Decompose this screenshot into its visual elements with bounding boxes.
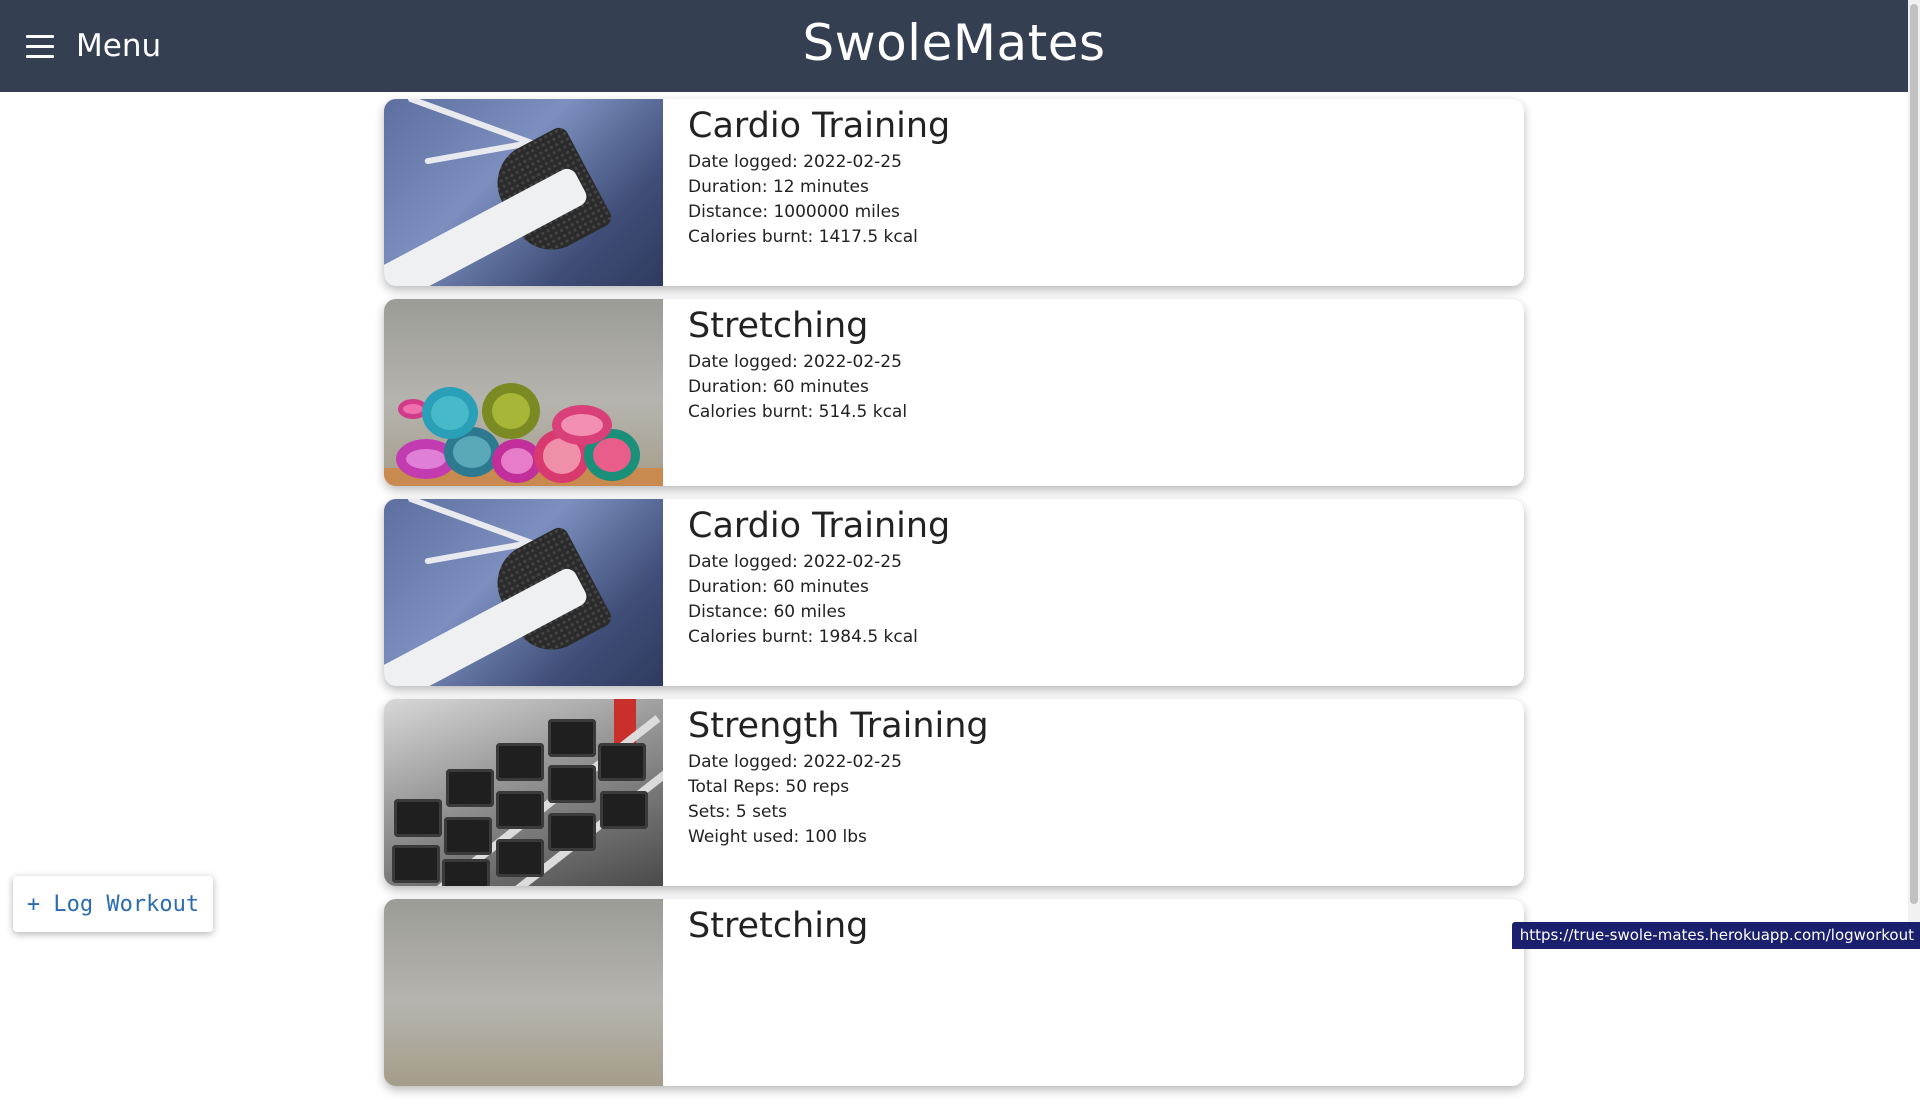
scrollbar-thumb[interactable] <box>1910 4 1918 904</box>
workout-duration: Duration: 60 minutes <box>688 377 869 397</box>
workout-calories: Calories burnt: 1417.5 kcal <box>688 227 918 247</box>
workout-total-reps: Total Reps: 50 reps <box>688 777 850 797</box>
app-title: SwoleMates <box>802 14 1106 72</box>
workout-card[interactable]: Stretching Date logged: 2022-02-25 Durat… <box>384 299 1524 486</box>
workout-weight: Weight used: 100 lbs <box>688 827 867 847</box>
workout-duration: Duration: 60 minutes <box>688 577 869 597</box>
dumbbells-image <box>384 699 663 886</box>
workout-title: Stretching <box>688 306 869 346</box>
workout-title: Cardio Training <box>688 506 951 546</box>
workout-title: Stretching <box>688 906 869 946</box>
workout-calories: Calories burnt: 514.5 kcal <box>688 402 908 422</box>
yoga-mats-image <box>384 899 663 1086</box>
workout-distance: Distance: 60 miles <box>688 602 846 622</box>
workout-date: Date logged: 2022-02-25 <box>688 152 902 172</box>
workout-distance: Distance: 1000000 miles <box>688 202 900 222</box>
workout-card[interactable]: Stretching <box>384 899 1524 1086</box>
workout-card[interactable]: Strength Training Date logged: 2022-02-2… <box>384 699 1524 886</box>
workout-feed: Cardio Training Date logged: 2022-02-25 … <box>384 99 1524 1099</box>
workout-title: Cardio Training <box>688 106 951 146</box>
workout-calories: Calories burnt: 1984.5 kcal <box>688 627 918 647</box>
workout-sets: Sets: 5 sets <box>688 802 787 822</box>
log-workout-button[interactable]: + Log Workout <box>13 876 213 932</box>
page-scrollbar[interactable] <box>1908 0 1920 949</box>
workout-card[interactable]: Cardio Training Date logged: 2022-02-25 … <box>384 99 1524 286</box>
yoga-mats-image <box>384 299 663 486</box>
running-shoe-image <box>384 499 663 686</box>
status-bar-url: https://true-swole-mates.herokuapp.com/l… <box>1511 922 1920 949</box>
workout-date: Date logged: 2022-02-25 <box>688 352 902 372</box>
workout-date: Date logged: 2022-02-25 <box>688 552 902 572</box>
workout-duration: Duration: 12 minutes <box>688 177 869 197</box>
workout-date: Date logged: 2022-02-25 <box>688 752 902 772</box>
workout-card[interactable]: Cardio Training Date logged: 2022-02-25 … <box>384 499 1524 686</box>
workout-title: Strength Training <box>688 706 989 746</box>
running-shoe-image <box>384 99 663 286</box>
top-nav-bar: Menu SwoleMates <box>0 0 1908 92</box>
